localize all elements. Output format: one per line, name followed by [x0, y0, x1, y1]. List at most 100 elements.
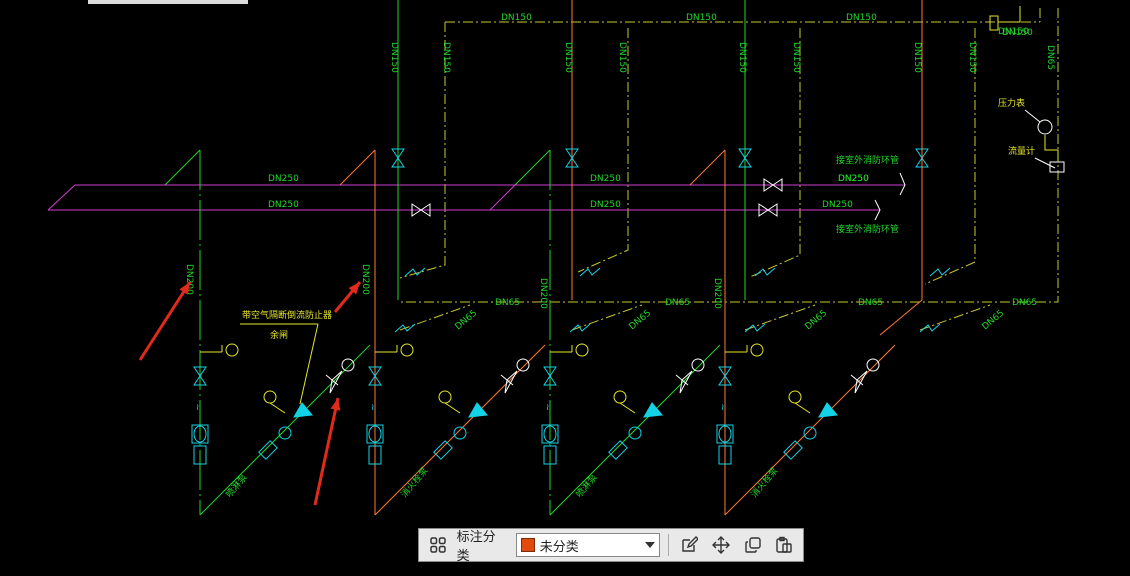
pump-suction-line: [549, 344, 721, 516]
header-label: DN150: [1002, 28, 1033, 38]
dn65-label: DN65: [981, 308, 1007, 332]
strainer-icon: [258, 440, 278, 460]
pressure-gauge-icon: [575, 343, 589, 357]
annotation-toolbar: 标注分类 未分类: [418, 528, 804, 564]
flex-joint-icon: ≀: [196, 403, 199, 413]
paste-icon[interactable]: [771, 532, 797, 558]
edit-icon[interactable]: [677, 532, 703, 558]
top-riser: [879, 299, 923, 336]
riser-label: DN150: [912, 42, 922, 73]
flex-joint-icon: ≀: [721, 403, 724, 413]
pressure-gauge-icon: [750, 343, 764, 357]
grid-icon[interactable]: [425, 532, 451, 558]
riser-label: DN150: [563, 42, 573, 73]
check-valve-icon: [744, 323, 766, 333]
header-label: DN150: [846, 13, 877, 23]
pressure-gauge-icon: [438, 390, 452, 404]
riser-label: DN150: [791, 42, 801, 73]
vertical-dn65-label: DN65: [1045, 45, 1055, 70]
pressure-gauge-icon: [400, 343, 414, 357]
valve-icon: [989, 15, 999, 31]
copy-icon[interactable]: [740, 532, 766, 558]
pump-suction-line: [199, 344, 371, 516]
gauge-stem: [794, 402, 811, 414]
chevron-down-icon: [644, 542, 655, 548]
strainer-icon: [433, 440, 453, 460]
cad-drawing[interactable]: DN150 DN150 DN150 DN150 DN250 DN250 DN250 DN250…: [0, 0, 1130, 576]
riser-label: DN150: [617, 42, 627, 73]
device-note: 余闸: [270, 329, 288, 341]
main-pipe-end: [489, 184, 516, 211]
header-label: DN150: [501, 13, 532, 23]
device-note: 带空气隔断倒流防止器: [242, 309, 332, 321]
riser-label: DN150: [441, 42, 451, 73]
pump-label: 喷淋泵: [573, 472, 600, 500]
riser-label: DN150: [737, 42, 747, 73]
branch-label: DN200: [538, 278, 548, 309]
riser-diagonal: [164, 149, 201, 186]
gauge-stem: [619, 402, 636, 414]
dn65-label: DN65: [665, 298, 690, 308]
pressure-gauge-icon: [788, 390, 802, 404]
branch-label: DN200: [712, 278, 722, 309]
pump-label: 消火栓泵: [398, 465, 430, 500]
riser-label: DN150: [967, 42, 977, 73]
main-pipe-label: DN250: [838, 174, 869, 184]
strainer-icon: [608, 440, 628, 460]
riser-diagonal: [514, 149, 551, 186]
pressure-gauge-icon: [263, 390, 277, 404]
annotation-category-value: 未分类: [539, 539, 579, 555]
gate-valve-icon: [500, 370, 518, 394]
pump-suction-line: [374, 344, 546, 516]
pump-label: 喷淋泵: [223, 472, 250, 500]
leader: [1024, 109, 1041, 123]
dn65-label: DN65: [628, 308, 654, 332]
dn65-label: DN65: [1012, 298, 1037, 308]
annotation-category-select[interactable]: 未分类: [515, 533, 660, 557]
main-pipe-label: DN250: [590, 174, 621, 184]
check-valve-icon: [341, 358, 355, 372]
check-valve-icon: [569, 323, 591, 333]
flex-joint-icon: ≀: [371, 403, 374, 413]
gauge-stem: [444, 402, 461, 414]
pump-icon: [803, 426, 817, 440]
check-valve-icon: [516, 358, 530, 372]
connector-label-top: 接室外消防环管: [836, 154, 899, 166]
check-valve-icon: [579, 267, 601, 277]
meter-line: [1044, 135, 1059, 162]
move-icon[interactable]: [708, 532, 734, 558]
pressure-gauge-icon: [613, 390, 627, 404]
check-valve-icon: [394, 323, 416, 333]
connector-label-bottom: 接室外消防环管: [836, 223, 899, 235]
annotation-category-label: 标注分类: [456, 530, 496, 564]
dashed-dn65-pipe: [400, 8, 1059, 303]
main-pipe-label: DN250: [822, 200, 853, 210]
category-color-swatch: [520, 538, 535, 552]
dn65-label: DN65: [495, 298, 520, 308]
pressure-gauge-icon: [1037, 119, 1053, 135]
note-leader: [299, 323, 319, 405]
annotation-arrow: [313, 397, 340, 506]
pressure-gauge-label: 压力表: [998, 97, 1025, 109]
gate-valve-icon: [850, 370, 868, 394]
riser-label: DN150: [389, 42, 399, 73]
pump-icon: [453, 426, 467, 440]
main-pipe-label: DN250: [590, 200, 621, 210]
branch-label: DN200: [360, 264, 370, 295]
check-valve-icon: [404, 267, 426, 277]
pump-icon: [278, 426, 292, 440]
dashed-riser: [399, 22, 446, 279]
check-valve-icon: [929, 267, 951, 277]
pump-label: 消火栓泵: [748, 465, 780, 500]
riser-diagonal: [339, 149, 376, 186]
flex-joint-icon: ≀: [546, 403, 549, 413]
check-valve-icon: [691, 358, 705, 372]
check-valve-icon: [919, 323, 941, 333]
main-pipe-label: DN250: [268, 174, 299, 184]
header-label: DN150: [686, 13, 717, 23]
dn65-label: DN65: [858, 298, 883, 308]
pump-suction-line: [724, 344, 896, 516]
toolbar-divider: [667, 534, 669, 556]
main-pipe-end: [47, 184, 76, 211]
pressure-gauge-icon: [225, 343, 239, 357]
